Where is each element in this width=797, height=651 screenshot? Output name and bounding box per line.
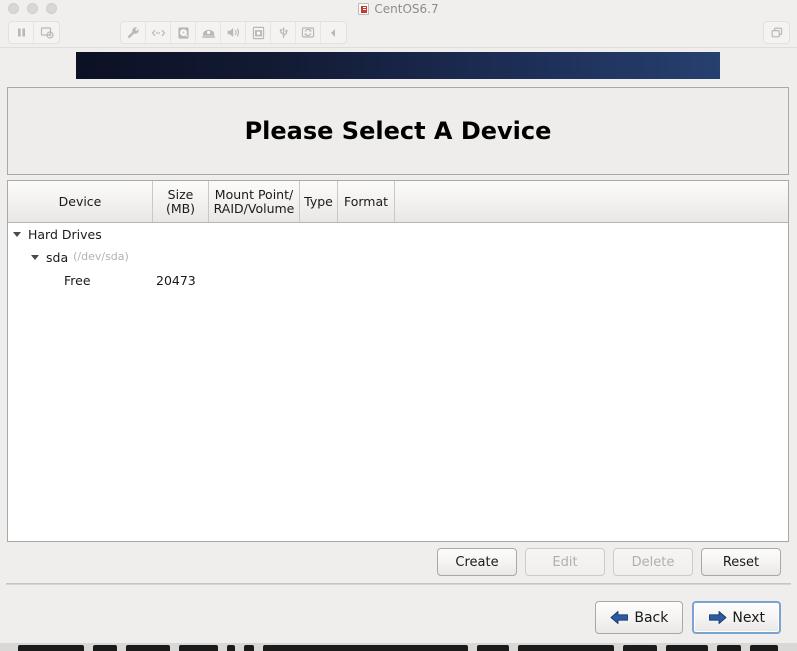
device-label: Hard Drives bbox=[28, 226, 102, 242]
button-label: Next bbox=[732, 609, 765, 626]
device-label: sda bbox=[46, 249, 69, 265]
dock-item[interactable] bbox=[243, 645, 254, 651]
dock-item[interactable] bbox=[92, 645, 118, 651]
network-icon bbox=[151, 29, 165, 36]
sync-folders-icon bbox=[301, 27, 315, 38]
window-title-group: CentOS6.7 bbox=[0, 0, 797, 17]
cell-device: Hard Drives bbox=[8, 226, 153, 242]
tree-row-hard-drives[interactable]: Hard Drives bbox=[8, 223, 788, 246]
shared-folders-button[interactable] bbox=[296, 22, 321, 43]
device-table-header: Device Size (MB) Mount Point/RAID/Volume Typ… bbox=[8, 181, 788, 223]
delete-button: Delete bbox=[613, 548, 693, 576]
device-table-body[interactable]: Hard Drives sda (/dev/sda) Free 20473 bbox=[8, 223, 788, 541]
windows-overlap-icon bbox=[771, 27, 782, 37]
toolbar-device-group bbox=[120, 21, 347, 44]
vm-toolbar bbox=[0, 17, 797, 48]
reset-button[interactable]: Reset bbox=[701, 548, 781, 576]
arrow-left-icon bbox=[610, 611, 629, 624]
host-dock-items bbox=[18, 645, 779, 651]
dock-item[interactable] bbox=[126, 645, 171, 651]
network-button[interactable] bbox=[146, 22, 171, 43]
device-list-panel: Device Size (MB) Mount Point/RAID/Volume Typ… bbox=[7, 180, 789, 542]
dock-item[interactable] bbox=[18, 645, 84, 651]
cell-size: 20473 bbox=[156, 272, 196, 288]
sound-button[interactable] bbox=[221, 22, 246, 43]
button-label: Back bbox=[634, 609, 669, 626]
hard-disk-button[interactable] bbox=[171, 22, 196, 43]
pause-button[interactable] bbox=[9, 22, 34, 43]
column-header-device[interactable]: Device bbox=[8, 181, 153, 222]
edit-button: Edit bbox=[525, 548, 605, 576]
tree-row-free[interactable]: Free 20473 bbox=[8, 269, 788, 292]
speaker-icon bbox=[227, 28, 239, 37]
unity-view-button[interactable] bbox=[764, 22, 789, 43]
collapse-toolbar-button[interactable] bbox=[321, 22, 346, 43]
arrow-right-icon bbox=[709, 611, 727, 624]
printer-button[interactable] bbox=[196, 22, 221, 43]
device-path-label: (/dev/sda) bbox=[73, 250, 129, 264]
dock-item[interactable] bbox=[749, 645, 779, 651]
tree-row-sda[interactable]: sda (/dev/sda) bbox=[8, 246, 788, 269]
usb-button[interactable] bbox=[271, 22, 296, 43]
chevron-down-icon bbox=[30, 255, 39, 260]
column-header-filler bbox=[395, 181, 788, 222]
button-label: Edit bbox=[552, 554, 578, 570]
dock-item[interactable] bbox=[517, 645, 615, 651]
button-label: Reset bbox=[722, 554, 760, 570]
pause-icon bbox=[17, 28, 25, 37]
window-titlebar: CentOS6.7 bbox=[0, 0, 797, 17]
toolbar-right-group bbox=[763, 21, 790, 44]
snapshot-clock-icon bbox=[40, 27, 54, 39]
cell-device: Free bbox=[8, 272, 153, 288]
dock-item[interactable] bbox=[476, 645, 509, 651]
dock-item[interactable] bbox=[716, 645, 741, 651]
column-header-format[interactable]: Format bbox=[338, 181, 395, 222]
hard-disk-icon bbox=[177, 26, 189, 39]
button-label: Create bbox=[455, 554, 499, 570]
vm-window: CentOS6.7 Please Select A Device Device … bbox=[0, 0, 797, 651]
dock-item[interactable] bbox=[226, 645, 235, 651]
create-button[interactable]: Create bbox=[437, 548, 517, 576]
toolbar-left-group bbox=[8, 21, 60, 44]
usb-icon bbox=[279, 26, 288, 38]
dock-item[interactable] bbox=[262, 645, 468, 651]
settings-button[interactable] bbox=[121, 22, 146, 43]
wrench-icon bbox=[127, 26, 139, 38]
wizard-navigation-buttons: Back Next bbox=[0, 601, 789, 634]
back-button[interactable]: Back bbox=[595, 601, 684, 634]
cd-drive-button[interactable] bbox=[246, 22, 271, 43]
partition-action-buttons: Create Edit Delete Reset bbox=[0, 548, 789, 576]
dock-item[interactable] bbox=[665, 645, 708, 651]
guest-screen: Please Select A Device Device Size (MB) Mou… bbox=[0, 48, 797, 643]
centos-vm-icon bbox=[358, 2, 370, 15]
next-button[interactable]: Next bbox=[692, 601, 781, 634]
expander-triangle-icon[interactable] bbox=[10, 232, 23, 237]
column-header-size-mb[interactable]: Size (MB) bbox=[153, 181, 209, 222]
installer-banner bbox=[76, 52, 720, 79]
column-header-mount-point-raid-volume[interactable]: Mount Point/RAID/Volume bbox=[209, 181, 300, 222]
chevron-left-icon bbox=[331, 28, 335, 37]
host-dock-strip bbox=[0, 643, 797, 651]
snapshot-button[interactable] bbox=[34, 22, 59, 43]
dock-item[interactable] bbox=[179, 645, 218, 651]
expander-triangle-icon[interactable] bbox=[28, 255, 41, 260]
column-header-type[interactable]: Type bbox=[300, 181, 338, 222]
page-title: Please Select A Device bbox=[244, 117, 552, 145]
dock-item[interactable] bbox=[623, 645, 657, 651]
optical-disc-icon bbox=[252, 26, 264, 39]
window-title: CentOS6.7 bbox=[374, 1, 439, 16]
device-label: Free bbox=[64, 272, 91, 288]
footer-divider bbox=[6, 583, 791, 585]
cell-device: sda (/dev/sda) bbox=[8, 249, 153, 265]
page-title-panel: Please Select A Device bbox=[7, 87, 789, 175]
chevron-down-icon bbox=[12, 232, 21, 237]
printer-icon bbox=[201, 29, 215, 38]
button-label: Delete bbox=[631, 554, 675, 570]
